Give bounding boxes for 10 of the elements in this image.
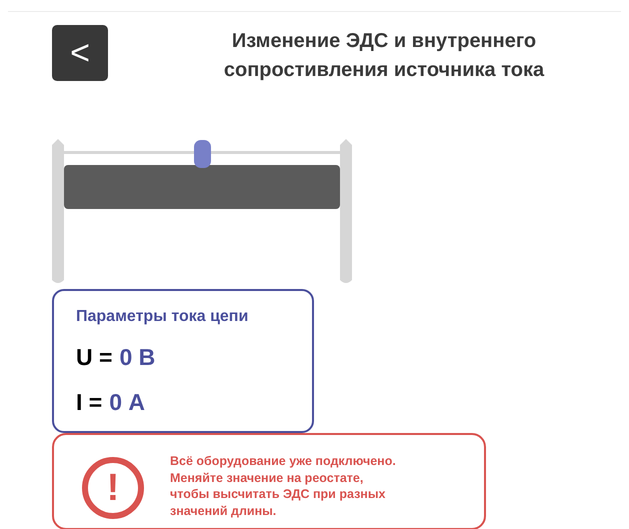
quantity-symbol: U = [76,343,112,372]
quantity-value: 0 А [109,388,146,417]
warning-icon: ! [82,457,144,519]
quantity-value: 0 В [119,343,156,372]
card-title: Параметры тока цепи [76,307,250,327]
slider-thumb[interactable] [194,140,210,168]
back-button[interactable]: < [52,25,108,81]
quantity-symbol: I = [76,388,102,417]
notice-text: Всё оборудование уже подключено. Меняйте значение на реостате, чтобы высчитать ЭДС при разных значений длины. [170,453,396,519]
page-title: Изменение ЭДС и внутреннего сопростивления источника тока [222,29,546,83]
